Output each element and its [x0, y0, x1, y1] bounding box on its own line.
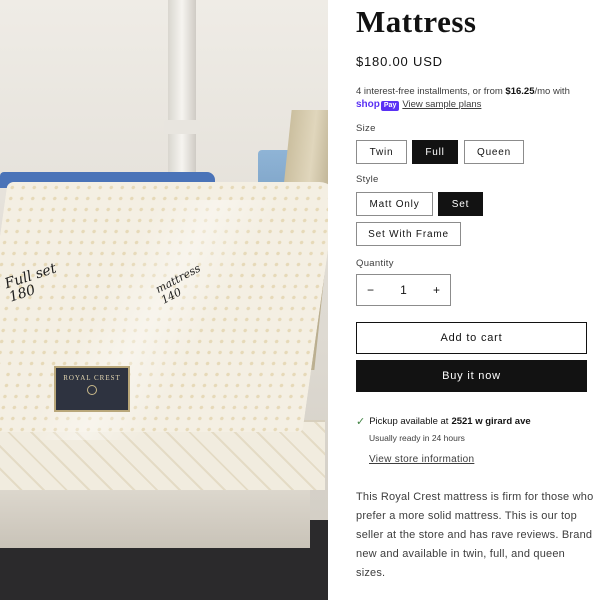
product-description: This Royal Crest mattress is firm for th…	[356, 491, 594, 579]
brand-emblem-icon	[87, 385, 97, 395]
installments-info: 4 interest-free installments, or from $1…	[356, 85, 596, 111]
checkmark-icon: ✓	[356, 416, 366, 428]
installments-amount: $16.25	[505, 86, 535, 97]
size-option-queen[interactable]: Queen	[464, 140, 524, 164]
view-sample-plans-link[interactable]: View sample plans	[402, 99, 481, 110]
quantity-stepper: − 1 +	[356, 274, 451, 306]
pickup-availability: ✓ Pickup available at 2521 w girard ave	[356, 415, 531, 428]
style-label: Style	[356, 174, 379, 185]
style-option-set[interactable]: Set	[438, 192, 483, 216]
size-option-twin[interactable]: Twin	[356, 140, 407, 164]
pickup-location: 2521 w girard ave	[451, 416, 531, 427]
product-info-panel: Mattress $180.00 USD 4 interest-free ins…	[356, 0, 600, 600]
mattress-brand-label: ROYAL CREST	[54, 366, 130, 412]
buy-it-now-button[interactable]: Buy it now	[356, 360, 587, 392]
photo-pipe	[168, 0, 196, 175]
quantity-input[interactable]: 1	[400, 283, 407, 297]
installments-suffix: /mo with	[534, 86, 570, 97]
view-store-information-link[interactable]: View store information	[369, 454, 474, 465]
style-option-set-with-frame[interactable]: Set With Frame	[356, 222, 461, 246]
quantity-decrease-button[interactable]: −	[367, 283, 374, 297]
shop-pay-logo: shop Pay	[356, 98, 400, 111]
size-label: Size	[356, 123, 376, 134]
photo-boxspring	[0, 488, 310, 548]
pickup-prefix: Pickup available at	[369, 416, 449, 427]
product-title: Mattress	[356, 4, 477, 39]
style-option-matt-only[interactable]: Matt Only	[356, 192, 433, 216]
product-image: ROYAL CREST Full set 180 mattress 140	[0, 0, 328, 600]
pickup-ready-time: Usually ready in 24 hours	[369, 433, 465, 443]
product-price: $180.00 USD	[356, 54, 443, 69]
shop-pay-pay-badge: Pay	[380, 101, 400, 111]
shop-pay-shop-text: shop	[356, 99, 380, 110]
quantity-increase-button[interactable]: +	[433, 283, 440, 297]
quantity-label: Quantity	[356, 258, 394, 269]
installments-prefix: 4 interest-free installments, or from	[356, 86, 506, 97]
size-option-full[interactable]: Full	[412, 140, 458, 164]
photo-pipe-joint	[164, 120, 200, 134]
add-to-cart-button[interactable]: Add to cart	[356, 322, 587, 354]
brand-label-text: ROYAL CREST	[63, 374, 121, 382]
